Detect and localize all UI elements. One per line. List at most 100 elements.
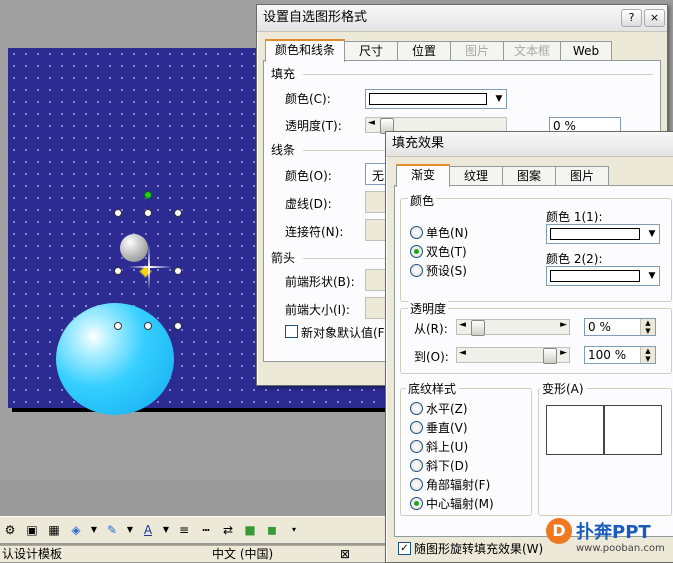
shading-radio[interactable]	[410, 421, 423, 434]
arrow-style-icon[interactable]: ⇄	[220, 522, 236, 538]
fill-color-icon[interactable]: ◈	[68, 522, 84, 538]
shading-radio[interactable]	[410, 402, 423, 415]
to-slider[interactable]: ◄ ►	[456, 347, 570, 364]
shading-radio-label: 斜下(D)	[426, 459, 469, 473]
shading-radio-label: 垂直(V)	[426, 421, 468, 435]
fill-section-label: 填充	[271, 67, 296, 81]
font-color-icon[interactable]: A	[140, 522, 156, 538]
resize-handle[interactable]	[174, 322, 182, 330]
shading-radio[interactable]	[410, 497, 423, 510]
to-input[interactable]: 100 % ▲ ▼	[584, 346, 656, 364]
fill-color-combo[interactable]: ▼	[365, 89, 507, 109]
shading-radio[interactable]	[410, 440, 423, 453]
tab-gradient[interactable]: 渐变	[396, 164, 450, 187]
chevron-down-icon[interactable]: ▼	[90, 522, 98, 538]
shading-radio-label: 水平(Z)	[426, 402, 468, 416]
tab-texture[interactable]: 纹理	[449, 166, 503, 186]
to-value: 100 %	[588, 348, 627, 362]
resize-handle[interactable]	[144, 209, 152, 217]
rotate-checkbox-label: 随图形旋转填充效果(W)	[414, 542, 544, 556]
shading-radio-label: 中心辐射(M)	[426, 497, 494, 511]
arrow-right-icon[interactable]: ►	[560, 320, 567, 330]
close-button[interactable]: ×	[644, 9, 665, 27]
3d-style-icon[interactable]: ◼	[264, 522, 280, 538]
fill-color-label: 颜色(C):	[285, 92, 331, 106]
begin-style-label: 前端形状(B):	[285, 275, 355, 289]
tab-picture[interactable]: 图片	[555, 166, 609, 186]
insert-picture-icon[interactable]: ▣	[24, 522, 40, 538]
divider	[303, 74, 653, 75]
tab-colors-and-lines[interactable]: 颜色和线条	[265, 39, 345, 62]
fill-color-swatch	[369, 93, 487, 105]
color1-combo[interactable]: ▼	[546, 224, 660, 244]
default-checkbox[interactable]	[285, 325, 298, 338]
tab-position[interactable]: 位置	[397, 41, 451, 61]
slider-thumb[interactable]	[543, 348, 557, 364]
variant-2[interactable]	[604, 405, 662, 455]
tab-pattern[interactable]: 图案	[502, 166, 556, 186]
spin-buttons[interactable]: ▲ ▼	[640, 319, 655, 335]
from-value: 0 %	[588, 320, 611, 334]
gray-sphere-shape[interactable]	[120, 234, 148, 262]
colors-section-label: 颜色	[408, 192, 437, 209]
help-button[interactable]: ?	[621, 9, 642, 27]
radio-two-colors[interactable]	[410, 245, 423, 258]
from-slider[interactable]: ◄ ►	[456, 319, 570, 336]
rotation-handle[interactable]	[144, 191, 152, 199]
color1-swatch	[550, 228, 640, 240]
to-label: 到(O):	[414, 350, 449, 364]
status-template: 认设计模板	[2, 547, 63, 561]
resize-handle[interactable]	[144, 322, 152, 330]
clipart-icon[interactable]: ⚙	[2, 522, 18, 538]
dash-style-icon[interactable]: ┅	[198, 522, 214, 538]
transparency-section-label: 透明度	[408, 300, 449, 317]
arrow-section-label: 箭头	[271, 251, 296, 265]
drawing-toolbar: ⚙ ▣ ▦ ◈ ▼ ✎ ▼ A ▼ ≡ ┅ ⇄ ■ ◼ ▾	[0, 516, 402, 543]
variant-1[interactable]	[546, 405, 604, 455]
toolbar-options-icon[interactable]: ▾	[286, 522, 302, 538]
resize-handle[interactable]	[174, 209, 182, 217]
slider-thumb[interactable]	[471, 320, 485, 336]
sparkle-highlight	[128, 266, 172, 268]
chevron-down-icon[interactable]: ▼	[126, 522, 134, 538]
tab-web[interactable]: Web	[560, 41, 612, 61]
tab-picture[interactable]: 图片	[450, 41, 504, 61]
line-color-label: 颜色(O):	[285, 169, 332, 183]
chevron-down-icon[interactable]: ▼	[645, 227, 659, 241]
chevron-down-icon[interactable]: ▼	[645, 269, 659, 283]
blue-sphere-shape[interactable]	[56, 303, 174, 415]
color1-label: 颜色 1(1):	[546, 210, 603, 224]
color2-label: 颜色 2(2):	[546, 252, 603, 266]
insert-image-icon[interactable]: ▦	[46, 522, 62, 538]
spin-buttons[interactable]: ▲ ▼	[640, 347, 655, 363]
rotate-with-shape-checkbox[interactable]: ✓	[398, 542, 411, 555]
default-checkbox-label: 新对象默认值(F	[301, 326, 385, 340]
arrow-left-icon[interactable]: ◄	[459, 320, 466, 330]
resize-handle[interactable]	[174, 267, 182, 275]
tab-textbox[interactable]: 文本框	[503, 41, 561, 61]
radio-one-color[interactable]	[410, 226, 423, 239]
shading-section-label: 底纹样式	[406, 380, 459, 397]
resize-handle[interactable]	[114, 267, 122, 275]
arrow-right-icon[interactable]: ►	[560, 348, 567, 358]
resize-handle[interactable]	[114, 322, 122, 330]
begin-size-label: 前端大小(I):	[285, 303, 350, 317]
resize-handle[interactable]	[114, 209, 122, 217]
radio-label: 预设(S)	[426, 264, 467, 278]
shadow-style-icon[interactable]: ■	[242, 522, 258, 538]
shading-radio[interactable]	[410, 478, 423, 491]
from-input[interactable]: 0 % ▲ ▼	[584, 318, 656, 336]
arrow-left-icon[interactable]: ◄	[459, 348, 466, 358]
from-label: 从(R):	[414, 322, 448, 336]
radio-preset[interactable]	[410, 264, 423, 277]
arrow-left-icon[interactable]: ◄	[368, 118, 375, 128]
tab-size[interactable]: 尺寸	[344, 41, 398, 61]
chevron-down-icon[interactable]: ▼	[492, 92, 506, 106]
line-style-icon[interactable]: ≡	[176, 522, 192, 538]
color2-combo[interactable]: ▼	[546, 266, 660, 286]
line-color-icon[interactable]: ✎	[104, 522, 120, 538]
shading-radio-label: 角部辐射(F)	[426, 478, 491, 492]
chevron-down-icon[interactable]: ▼	[162, 522, 170, 538]
shading-radio[interactable]	[410, 459, 423, 472]
dashed-label: 虚线(D):	[285, 197, 332, 211]
